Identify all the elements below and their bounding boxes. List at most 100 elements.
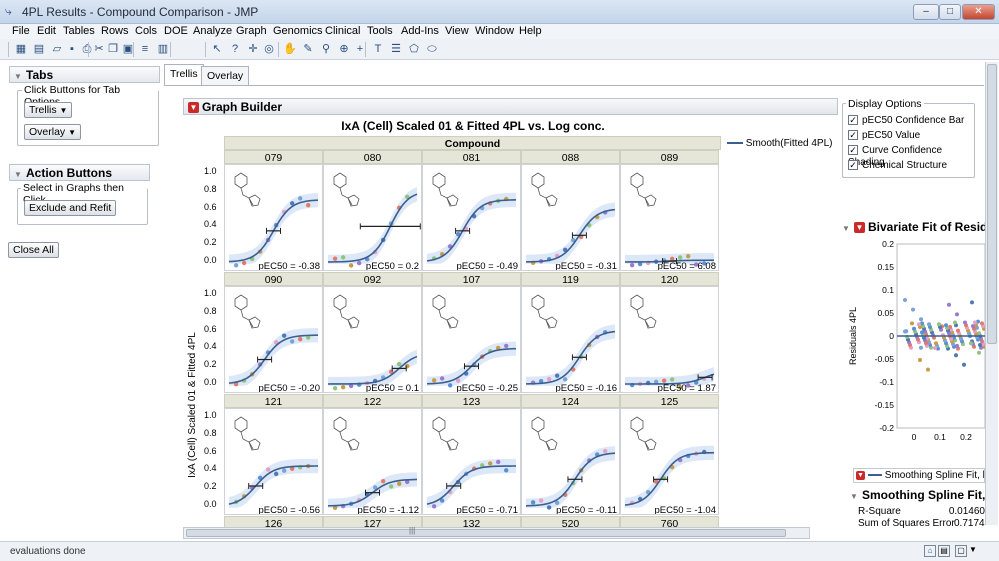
data-point[interactable] bbox=[241, 260, 247, 266]
data-point[interactable] bbox=[546, 376, 552, 382]
residual-point[interactable] bbox=[934, 341, 938, 346]
horizontal-scroll-thumb[interactable] bbox=[186, 529, 786, 537]
menu-analyze[interactable]: Analyze bbox=[193, 25, 232, 37]
residual-point[interactable] bbox=[971, 324, 975, 329]
residual-point[interactable] bbox=[970, 300, 974, 305]
checkbox[interactable]: ✓ bbox=[848, 130, 858, 141]
window-list-icon[interactable]: ▤ bbox=[938, 545, 950, 557]
data-point[interactable] bbox=[538, 498, 544, 503]
residual-point[interactable] bbox=[933, 346, 937, 350]
checkbox[interactable]: ✓ bbox=[848, 145, 858, 156]
home-icon[interactable]: ⌂ bbox=[924, 545, 936, 557]
menu-rows[interactable]: Rows bbox=[101, 25, 129, 37]
residual-point[interactable] bbox=[918, 358, 922, 362]
save-icon[interactable]: ▪ bbox=[65, 42, 79, 56]
open-icon[interactable]: ▱ bbox=[50, 42, 64, 56]
data-point[interactable] bbox=[447, 383, 453, 388]
data-point[interactable] bbox=[273, 471, 279, 477]
data-point[interactable] bbox=[431, 378, 437, 383]
data-point[interactable] bbox=[332, 256, 338, 261]
red-triangle-menu-icon[interactable]: ▼ bbox=[854, 222, 865, 234]
data-point[interactable] bbox=[356, 260, 362, 266]
data-point[interactable] bbox=[496, 459, 501, 465]
new-table-icon[interactable]: ▦ bbox=[14, 42, 28, 56]
menu-view[interactable]: View bbox=[445, 25, 469, 37]
zoom-icon[interactable]: ⊕ bbox=[337, 42, 351, 56]
data-point[interactable] bbox=[380, 479, 386, 484]
residual-point[interactable] bbox=[973, 320, 977, 325]
data-point[interactable] bbox=[298, 196, 303, 201]
data-point[interactable] bbox=[439, 376, 445, 381]
compound-panel[interactable]: pEC50 = -0.11 bbox=[521, 408, 620, 515]
residual-point[interactable] bbox=[919, 317, 923, 322]
data-point[interactable] bbox=[340, 255, 346, 260]
graph-builder-header[interactable]: ▼ Graph Builder bbox=[183, 98, 838, 115]
residuals-scatter-plot[interactable]: Residuals 4PL 0.2 0.15 0.1 0.05 0 -0.05 -0.1 -0.… bbox=[842, 240, 985, 460]
data-point[interactable] bbox=[669, 377, 675, 382]
compound-panel[interactable]: pEC50 = 1.87 bbox=[620, 286, 719, 393]
compound-panel[interactable]: pEC50 = 0.1 bbox=[323, 286, 422, 393]
menu-genomics[interactable]: Genomics bbox=[273, 25, 323, 37]
cut-icon[interactable]: ✂ bbox=[92, 42, 106, 56]
collapse-triangle-icon[interactable]: ▼ bbox=[14, 170, 23, 179]
annotate-icon[interactable]: T bbox=[371, 42, 385, 56]
data-point[interactable] bbox=[405, 363, 410, 369]
data-point[interactable] bbox=[281, 468, 287, 473]
action-panel-header[interactable]: ▼ Action Buttons bbox=[9, 164, 150, 181]
display-option-row[interactable]: ✓ Chemical Structure bbox=[848, 159, 973, 174]
data-point[interactable] bbox=[677, 255, 683, 260]
data-point[interactable] bbox=[397, 481, 402, 486]
residual-point[interactable] bbox=[980, 321, 984, 326]
data-point[interactable] bbox=[685, 253, 691, 259]
collapse-triangle-icon[interactable]: ▼ bbox=[842, 224, 851, 233]
data-point[interactable] bbox=[504, 468, 509, 473]
data-point[interactable] bbox=[298, 336, 303, 342]
residual-point[interactable] bbox=[927, 322, 931, 327]
menu-help[interactable]: Help bbox=[519, 25, 542, 37]
lasso-icon[interactable]: ◎ bbox=[262, 42, 276, 56]
hand-icon[interactable]: ✋ bbox=[283, 42, 297, 56]
display-option-row[interactable]: ✓ pEC50 Confidence Bar bbox=[848, 114, 973, 129]
residual-point[interactable] bbox=[963, 320, 967, 325]
menu-doe[interactable]: DOE bbox=[164, 25, 188, 37]
data-point[interactable] bbox=[281, 333, 287, 338]
arrow-icon[interactable]: ↖ bbox=[210, 42, 224, 56]
magnifier-icon[interactable]: ⚲ bbox=[319, 42, 333, 56]
menu-graph[interactable]: Graph bbox=[236, 25, 267, 37]
copy-icon[interactable]: ❐ bbox=[106, 42, 120, 56]
bivariate-header[interactable]: ▼ ▼ Bivariate Fit of Residu bbox=[842, 220, 987, 237]
residual-point[interactable] bbox=[969, 341, 973, 346]
ellipse-icon[interactable]: ⬭ bbox=[425, 42, 439, 56]
close-window-button[interactable]: ✕ bbox=[962, 4, 995, 20]
data-point[interactable] bbox=[530, 500, 536, 505]
display-option-row[interactable]: ✓ Curve Confidence Shading bbox=[848, 144, 973, 168]
residual-point[interactable] bbox=[947, 302, 951, 307]
data-point[interactable] bbox=[348, 263, 354, 268]
compound-panel[interactable]: pEC50 = -0.56 bbox=[224, 408, 323, 515]
residual-point[interactable] bbox=[903, 329, 907, 334]
help-icon[interactable]: ? bbox=[228, 42, 242, 56]
data-point[interactable] bbox=[289, 339, 295, 344]
overlay-button[interactable]: Overlay ▼ bbox=[24, 124, 82, 140]
menu-tables[interactable]: Tables bbox=[63, 25, 95, 37]
residual-point[interactable] bbox=[937, 322, 941, 327]
tab-overlay[interactable]: Overlay bbox=[201, 66, 250, 86]
journal-icon[interactable]: ≡ bbox=[138, 42, 152, 56]
compound-panel[interactable]: pEC50 = -0.38 bbox=[224, 164, 323, 271]
crosshair-icon[interactable]: ✛ bbox=[246, 42, 260, 56]
compound-panel[interactable]: pEC50 = -0.25 bbox=[422, 286, 521, 393]
data-point[interactable] bbox=[562, 377, 568, 382]
close-all-button[interactable]: Close All bbox=[8, 242, 59, 258]
data-point[interactable] bbox=[603, 448, 608, 454]
data-point[interactable] bbox=[431, 504, 437, 509]
horizontal-scrollbar[interactable]: ||| bbox=[183, 526, 810, 539]
data-point[interactable] bbox=[629, 262, 635, 268]
new-script-icon[interactable]: ▤ bbox=[32, 42, 46, 56]
data-point[interactable] bbox=[546, 505, 552, 510]
trellis-button[interactable]: Trellis ▼ bbox=[24, 102, 73, 118]
residual-point[interactable] bbox=[954, 353, 958, 358]
vertical-scroll-thumb[interactable] bbox=[987, 64, 997, 344]
residual-point[interactable] bbox=[956, 328, 960, 333]
residual-point[interactable] bbox=[919, 345, 923, 350]
compound-panel[interactable]: pEC50 = 6.08 bbox=[620, 164, 719, 271]
